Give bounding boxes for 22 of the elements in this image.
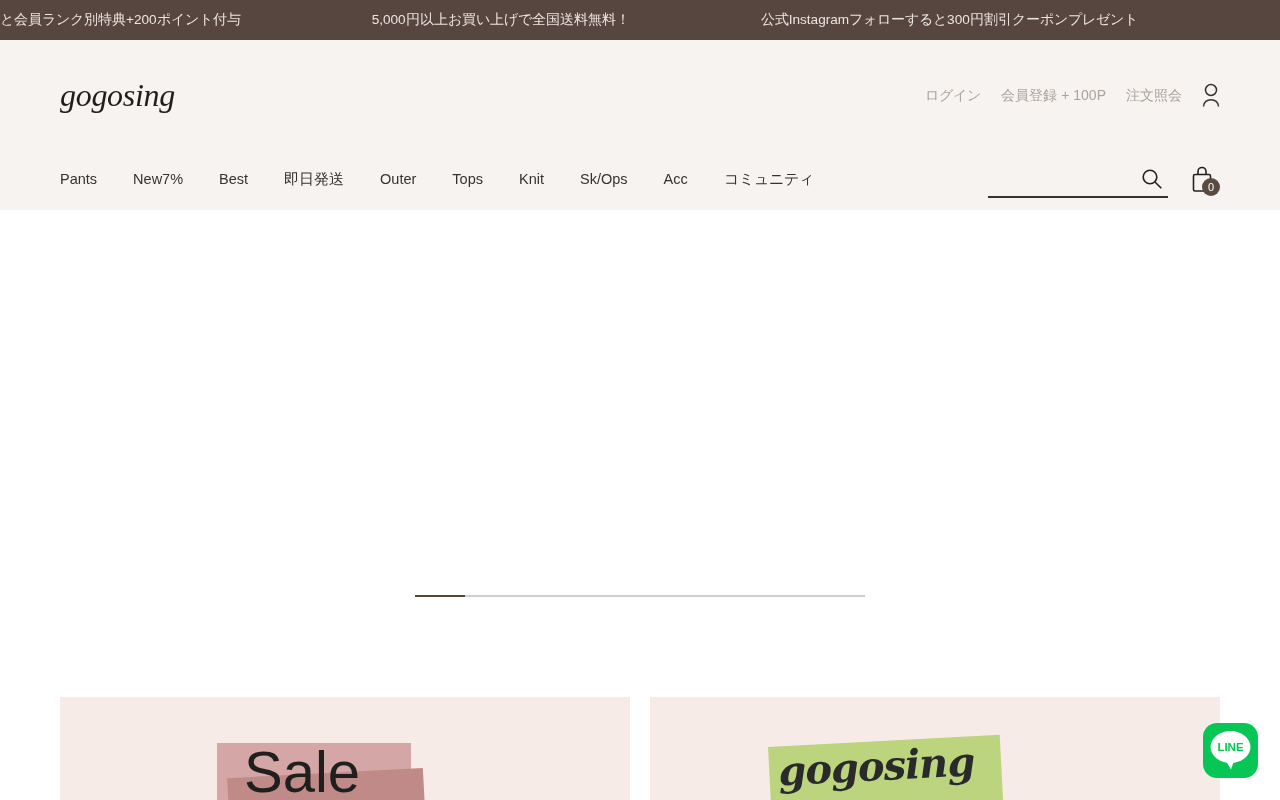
nav-link[interactable]: New7% xyxy=(133,169,184,191)
nav-link[interactable]: Tops xyxy=(452,169,483,191)
user-icon[interactable] xyxy=(1202,83,1220,107)
nav-link[interactable]: Pants xyxy=(60,169,98,191)
search-icon[interactable] xyxy=(1142,169,1162,189)
announcement-text: 5,000円以上お買い上げで全国送料無料！ xyxy=(371,10,630,29)
nav-link[interactable]: Sk/Ops xyxy=(580,169,628,191)
nav-link[interactable]: 即日発送 xyxy=(284,169,345,191)
shopping-bag-icon[interactable] xyxy=(1192,166,1212,192)
announcement-text: 公式Instagramフォローすると300円割引クーポンプレゼント xyxy=(760,10,1138,29)
banner-title: Sale xyxy=(244,747,361,797)
nav-link[interactable]: Acc xyxy=(663,169,688,191)
nav-link[interactable]: Knit xyxy=(519,169,544,191)
nav-link[interactable]: コミュニティ xyxy=(723,169,814,191)
banner-logo: gogosing xyxy=(776,736,977,797)
cart-count-badge: 0 xyxy=(1202,178,1220,196)
nav-link[interactable]: Outer xyxy=(380,169,417,191)
nav-link[interactable]: Best xyxy=(219,169,249,191)
search-field[interactable] xyxy=(988,168,1168,198)
speech-bubble-icon xyxy=(1209,730,1252,770)
announcement-text: と会員ランク別特典+200ポイント付与 xyxy=(0,10,241,29)
site-logo[interactable]: gogosing xyxy=(60,75,175,115)
